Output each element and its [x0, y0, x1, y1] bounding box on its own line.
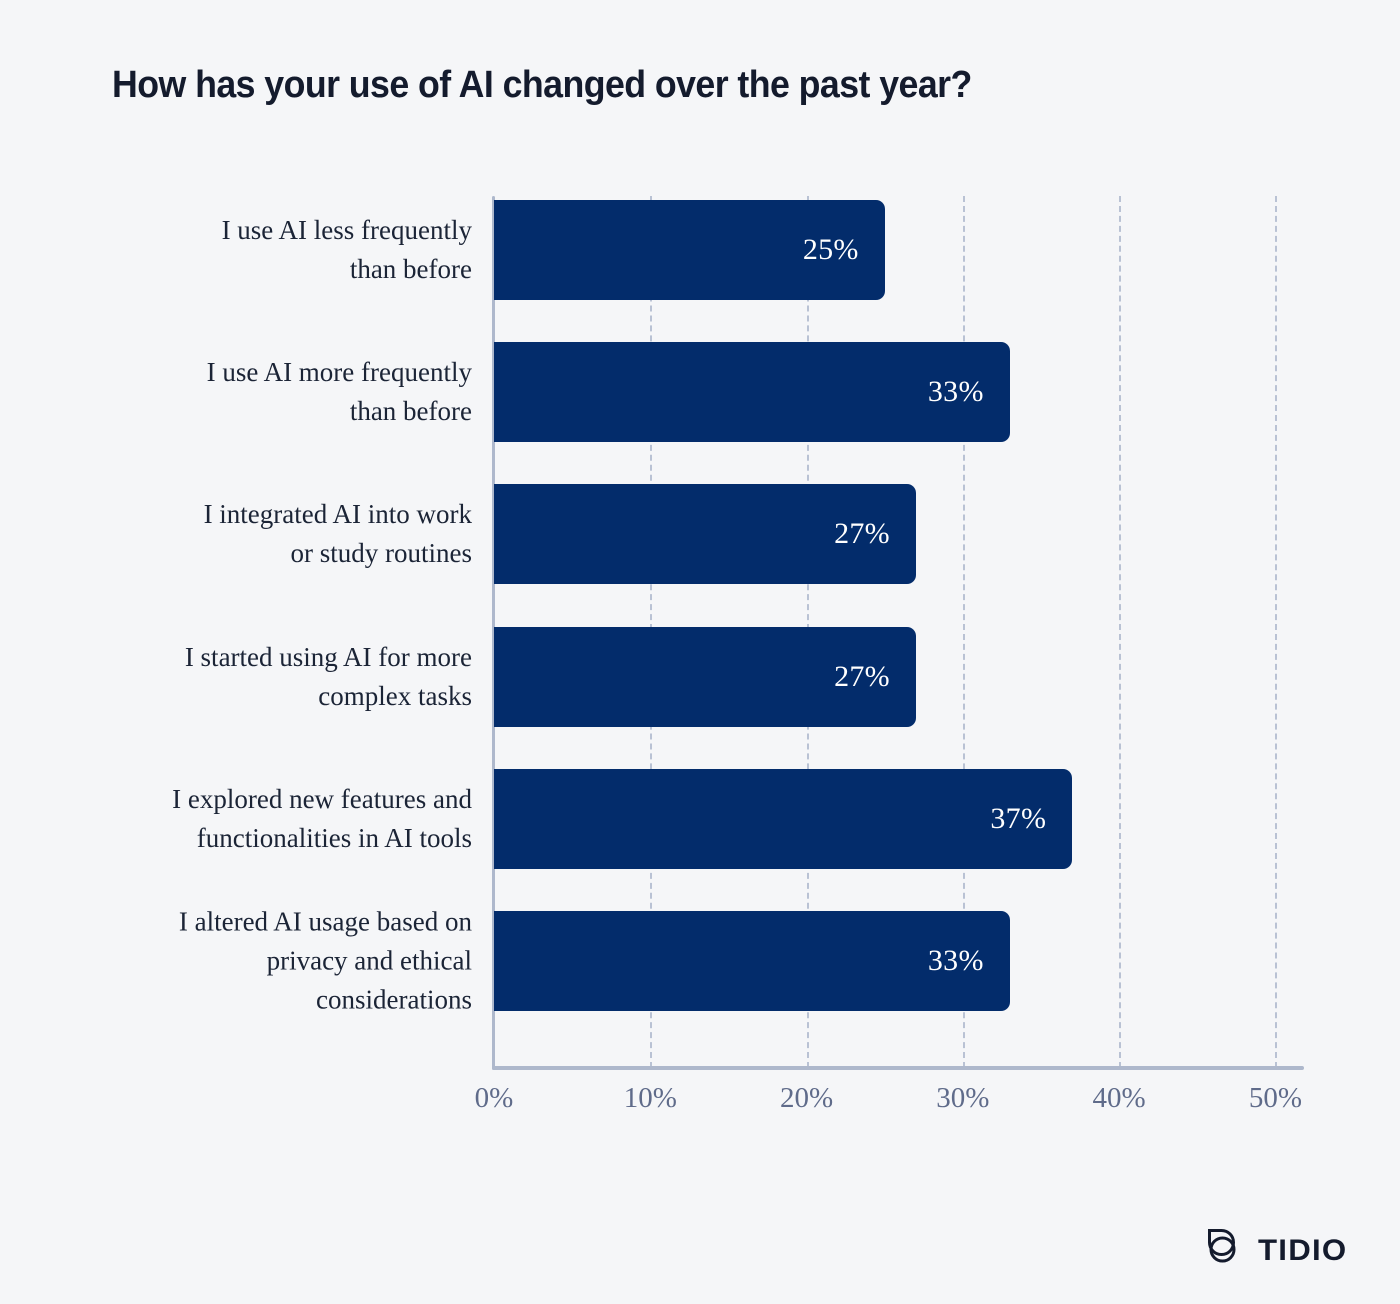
- bar-row: I use AI less frequently than before 25%: [0, 200, 1400, 300]
- category-label: I altered AI usage based on privacy and e…: [178, 906, 472, 1015]
- bar-value-label: 37%: [990, 801, 1047, 835]
- bar-value-label: 25%: [802, 233, 859, 266]
- category-label: I use AI more frequently than before: [206, 357, 472, 427]
- tidio-logo: TIDIO: [1200, 1225, 1348, 1276]
- category-label: I explored new features and functionaliti…: [172, 783, 472, 853]
- bar-row: I started using AI for more complex tasks…: [0, 626, 1400, 727]
- bar-row: I use AI more frequently than before 33%: [0, 342, 1400, 443]
- x-tick-label: 20%: [779, 1082, 834, 1114]
- bar-row: I integrated AI into work or study routin…: [0, 484, 1400, 585]
- x-tick-label: 40%: [1092, 1082, 1146, 1114]
- bar[interactable]: 33%: [494, 911, 1010, 1011]
- chart-page: How has your use of AI changed over the …: [0, 0, 1400, 1304]
- x-tick-label: 10%: [623, 1082, 677, 1114]
- bar-value-label: 27%: [834, 517, 890, 551]
- bar-row: I explored new features and functionaliti…: [0, 768, 1400, 869]
- bar-row: I altered AI usage based on privacy and e…: [0, 907, 1400, 1015]
- x-tick-label: 30%: [936, 1082, 990, 1114]
- bar[interactable]: 33%: [494, 342, 1010, 443]
- page-title: How has your use of AI changed over the …: [112, 64, 972, 106]
- bar[interactable]: 27%: [494, 484, 916, 585]
- x-tick-label: 0%: [474, 1082, 514, 1114]
- category-label: I started using AI for more complex tasks: [184, 641, 472, 711]
- category-label: I use AI less frequently than before: [221, 215, 472, 284]
- bar[interactable]: 27%: [494, 626, 916, 727]
- tidio-wordmark: TIDIO: [1258, 1233, 1348, 1267]
- x-axis-line: [492, 1066, 1304, 1070]
- bar[interactable]: 37%: [494, 768, 1073, 869]
- bar-value-label: 27%: [834, 659, 890, 693]
- category-label: I integrated AI into work or study routin…: [203, 499, 472, 569]
- bar[interactable]: 25%: [494, 200, 885, 300]
- bar-value-label: 33%: [927, 375, 984, 409]
- tidio-speech-bubble-icon: [1200, 1225, 1246, 1276]
- x-tick-label: 50%: [1248, 1082, 1302, 1114]
- bar-value-label: 33%: [927, 944, 984, 977]
